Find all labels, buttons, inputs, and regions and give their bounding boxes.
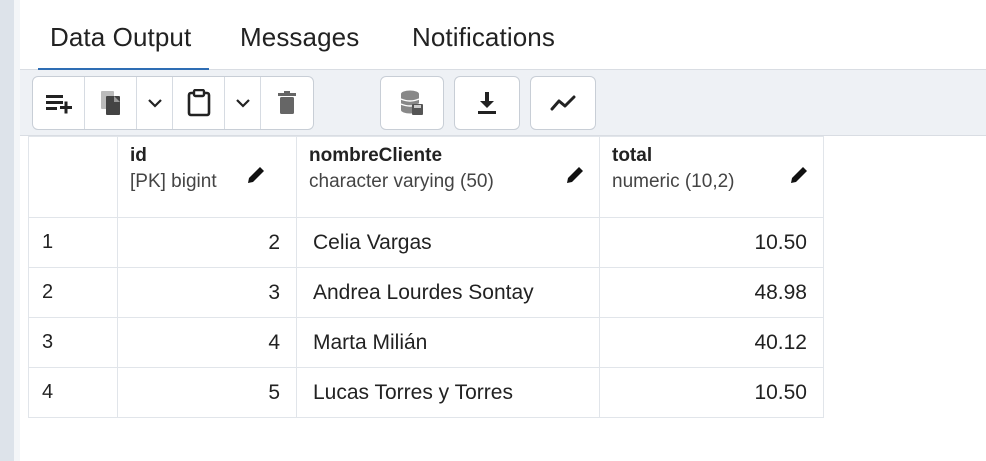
cell-total[interactable]: 48.98	[599, 267, 824, 318]
cell-nombrecliente[interactable]: Marta Milián	[296, 317, 600, 368]
column-type: numeric (10,2)	[612, 171, 735, 192]
table-row[interactable]: 1 2 Celia Vargas 10.50	[28, 217, 824, 268]
download-button[interactable]	[455, 77, 519, 129]
copy-button[interactable]	[85, 77, 137, 129]
left-panel-splitter[interactable]	[0, 0, 14, 461]
table-row[interactable]: 4 5 Lucas Torres y Torres 10.50	[28, 367, 824, 418]
tab-messages[interactable]: Messages	[240, 22, 359, 53]
graph-visualiser-button[interactable]	[531, 77, 595, 129]
table-row[interactable]: 2 3 Andrea Lourdes Sontay 48.98	[28, 267, 824, 318]
paste-options-dropdown[interactable]	[225, 77, 261, 129]
download-icon	[478, 92, 496, 114]
query-output-panel: Data Output Messages Notifications id [P…	[20, 0, 986, 461]
paste-icon	[187, 89, 210, 117]
pencil-icon	[248, 167, 264, 183]
pencil-icon	[567, 167, 583, 183]
row-number[interactable]: 3	[28, 317, 118, 368]
table-row[interactable]: 3 4 Marta Milián 40.12	[28, 317, 824, 368]
column-name: total	[612, 145, 653, 166]
column-type: character varying (50)	[309, 171, 494, 192]
column-name: id	[130, 145, 147, 166]
add-row-icon	[45, 95, 72, 114]
row-number[interactable]: 1	[28, 217, 118, 268]
delete-icon	[278, 91, 296, 114]
save-data-icon	[400, 90, 423, 115]
cell-id[interactable]: 3	[117, 267, 297, 318]
graph-toolbar-group	[530, 76, 596, 130]
header-row: id [PK] bigint nombreCliente character v…	[28, 136, 824, 218]
cell-total[interactable]: 10.50	[599, 217, 824, 268]
edit-toolbar-group	[32, 76, 314, 130]
cell-id[interactable]: 5	[117, 367, 297, 418]
data-output-toolbar	[20, 70, 986, 136]
cell-total[interactable]: 40.12	[599, 317, 824, 368]
download-toolbar-group	[454, 76, 520, 130]
column-name: nombreCliente	[309, 145, 443, 166]
row-number[interactable]: 2	[28, 267, 118, 318]
column-header-id[interactable]: id [PK] bigint	[117, 136, 297, 218]
graph-visualiser-icon	[550, 95, 576, 111]
delete-button[interactable]	[261, 77, 313, 129]
cell-nombrecliente[interactable]: Celia Vargas	[296, 217, 600, 268]
save-toolbar-group	[380, 76, 444, 130]
save-data-button[interactable]	[381, 77, 443, 129]
cell-nombrecliente[interactable]: Andrea Lourdes Sontay	[296, 267, 600, 318]
chevron-down-icon	[235, 99, 250, 108]
add-row-button[interactable]	[33, 77, 85, 129]
cell-nombrecliente[interactable]: Lucas Torres y Torres	[296, 367, 600, 418]
tab-data-output[interactable]: Data Output	[37, 22, 210, 71]
tab-notifications[interactable]: Notifications	[412, 22, 555, 53]
output-tabs: Data Output Messages Notifications	[20, 8, 986, 71]
copy-options-dropdown[interactable]	[137, 77, 173, 129]
row-number-header[interactable]	[28, 136, 118, 218]
cell-id[interactable]: 2	[117, 217, 297, 268]
row-number[interactable]: 4	[28, 367, 118, 418]
chevron-down-icon	[147, 99, 162, 108]
pencil-icon	[791, 167, 807, 183]
cell-id[interactable]: 4	[117, 317, 297, 368]
results-grid: id [PK] bigint nombreCliente character v…	[28, 136, 824, 418]
column-header-nombrecliente[interactable]: nombreCliente character varying (50)	[296, 136, 600, 218]
paste-button[interactable]	[173, 77, 225, 129]
copy-icon	[100, 91, 120, 115]
column-header-total[interactable]: total numeric (10,2)	[599, 136, 824, 218]
cell-total[interactable]: 10.50	[599, 367, 824, 418]
